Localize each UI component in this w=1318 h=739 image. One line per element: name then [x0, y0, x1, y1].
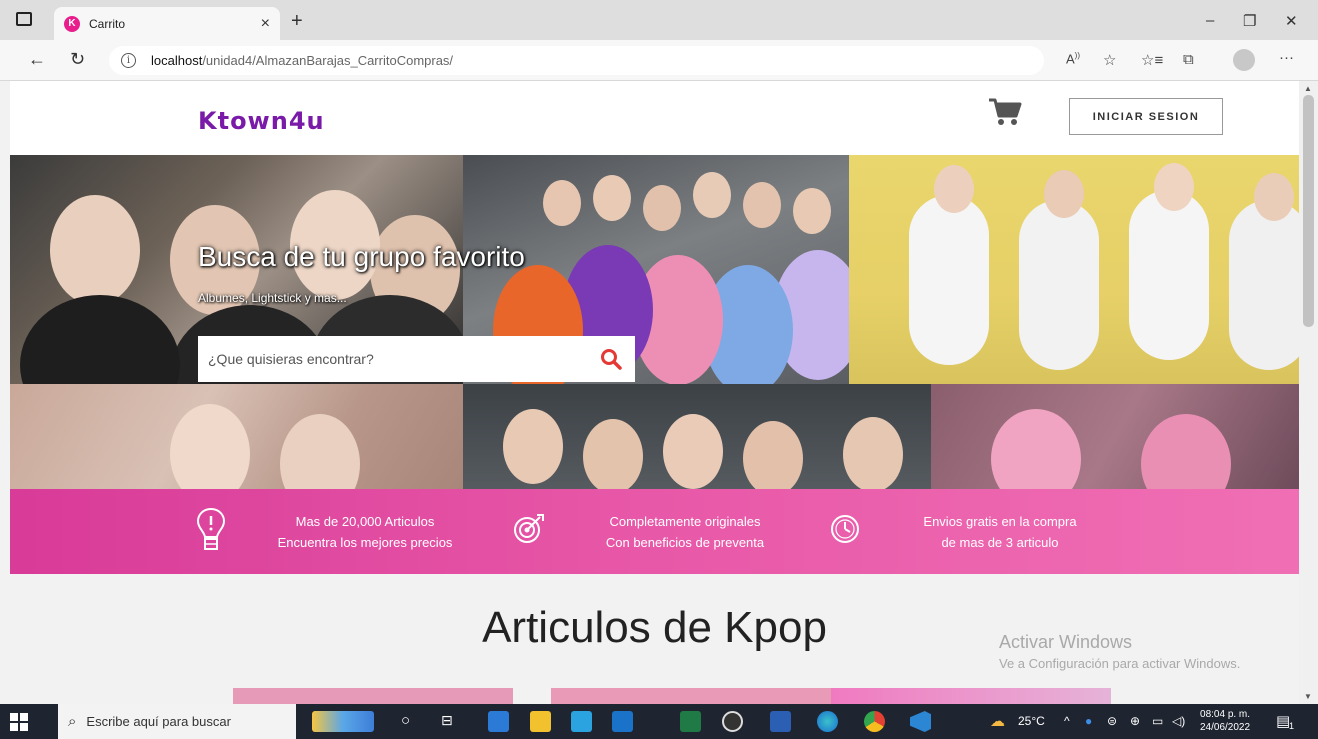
task-view-icon[interactable]: ⊟: [441, 712, 453, 729]
url-path: /unidad4/AlmazanBarajas_CarritoCompras/: [202, 53, 454, 68]
site-info-icon[interactable]: i: [121, 53, 136, 68]
product-card[interactable]: [551, 688, 831, 704]
restore-icon[interactable]: ❐: [1243, 12, 1256, 30]
tray-app-icon[interactable]: ⊜: [1107, 714, 1117, 728]
product-card[interactable]: [233, 688, 513, 704]
favorites-icon[interactable]: ☆≡: [1141, 51, 1163, 69]
search-bar: [198, 336, 635, 382]
watermark-title: Activar Windows: [999, 632, 1133, 652]
browser-tab[interactable]: K Carrito ×: [54, 7, 280, 40]
chrome-icon[interactable]: [864, 711, 885, 732]
clock-time: 08:04 p. m.: [1200, 709, 1251, 720]
target-icon: [514, 514, 544, 543]
weather-icon[interactable]: ☁: [990, 712, 1005, 730]
feature-shipping-line1: Envios gratis en la compra: [923, 514, 1077, 529]
url-field[interactable]: i localhost/unidad4/AlmazanBarajas_Carri…: [109, 46, 1044, 75]
new-tab-icon[interactable]: +: [291, 10, 303, 33]
clock-date: 24/06/2022: [1200, 722, 1251, 733]
windows-start-icon[interactable]: [10, 713, 28, 731]
site-favicon-icon: K: [64, 15, 80, 32]
battery-icon[interactable]: ▭: [1152, 714, 1163, 728]
site-header: Ktown4u INICIAR SESION: [10, 81, 1299, 155]
calculator-icon[interactable]: [571, 711, 592, 732]
feature-articles: Mas de 20,000 Articulos Encuentra los me…: [255, 511, 475, 553]
media-player-icon[interactable]: [722, 711, 743, 732]
taskbar-search-text: Escribe aquí para buscar: [86, 714, 231, 729]
mail-icon[interactable]: [612, 711, 633, 732]
scroll-up-icon[interactable]: ▲: [1304, 84, 1312, 93]
feature-originals-line2: Con beneficios de preventa: [605, 535, 765, 550]
close-window-icon[interactable]: ✕: [1285, 12, 1298, 30]
search-highlight-icon[interactable]: [312, 711, 374, 732]
excel-icon[interactable]: [680, 711, 701, 732]
login-button[interactable]: INICIAR SESION: [1069, 98, 1223, 135]
hero-photo-6: [931, 384, 1299, 489]
activate-windows-watermark: Activar Windows Ve a Configuración para …: [999, 632, 1240, 671]
watermark-subtitle: Ve a Configuración para activar Windows.: [999, 656, 1241, 671]
tray-chevron-icon[interactable]: ^: [1064, 714, 1070, 728]
profile-avatar[interactable]: [1233, 49, 1255, 71]
site-logo[interactable]: Ktown4u: [198, 107, 325, 135]
hero-banner: Busca de tu grupo favorito Albumes, Ligh…: [10, 155, 1299, 489]
lightbulb-icon: [196, 507, 226, 550]
feature-articles-line2: Encuentra los mejores precios: [277, 535, 453, 550]
file-explorer-icon[interactable]: [530, 711, 551, 732]
edge-icon[interactable]: [817, 711, 838, 732]
minimize-icon[interactable]: –: [1206, 12, 1214, 29]
tab-close-icon[interactable]: ×: [261, 15, 270, 33]
volume-icon[interactable]: ◁): [1172, 714, 1185, 728]
hero-title: Busca de tu grupo favorito: [198, 241, 525, 272]
feature-shipping: Envios gratis en la compra de mas de 3 a…: [890, 511, 1110, 553]
tab-actions-icon[interactable]: [16, 12, 32, 26]
word-icon[interactable]: [770, 711, 791, 732]
url-host: localhost: [151, 53, 203, 68]
product-card[interactable]: [831, 688, 1111, 704]
taskbar-clock[interactable]: 08:04 p. m. 24/06/2022: [1200, 708, 1250, 734]
collections-icon[interactable]: ⧉: [1183, 51, 1194, 68]
feature-articles-line1: Mas de 20,000 Articulos: [295, 514, 435, 529]
scroll-down-icon[interactable]: ▼: [1304, 692, 1312, 701]
vscode-icon[interactable]: [910, 711, 931, 732]
address-bar: ← ↻ i localhost/unidad4/AlmazanBarajas_C…: [0, 40, 1318, 81]
network-icon[interactable]: ⊕: [1130, 714, 1140, 728]
web-page: Ktown4u INICIAR SESION Busca de tu grupo…: [10, 81, 1299, 704]
browser-tab-strip: K Carrito × + – ❐ ✕: [0, 0, 1318, 40]
scroll-thumb[interactable]: [1303, 95, 1314, 327]
feature-shipping-line2: de mas de 3 articulo: [941, 535, 1059, 550]
back-icon[interactable]: ←: [28, 49, 46, 70]
hero-photo-5: [463, 384, 931, 489]
notification-count: 1: [1289, 721, 1295, 731]
read-aloud-icon[interactable]: A)): [1066, 51, 1080, 66]
search-icon: ⌕: [68, 713, 77, 730]
more-options-icon[interactable]: ···: [1279, 49, 1294, 66]
cortana-icon[interactable]: ○: [401, 712, 410, 729]
tab-title: Carrito: [89, 16, 126, 31]
bluetooth-icon[interactable]: ●: [1085, 714, 1092, 728]
search-icon: [601, 349, 622, 370]
clock-icon: [831, 515, 859, 543]
page-scrollbar[interactable]: ▲ ▼: [1299, 81, 1318, 704]
app-icon[interactable]: [488, 711, 509, 732]
refresh-icon[interactable]: ↻: [70, 49, 85, 70]
taskbar-search[interactable]: ⌕ Escribe aquí para buscar: [58, 704, 296, 739]
hero-photo-3: [849, 155, 1299, 384]
weather-temp[interactable]: 25°C: [1018, 714, 1045, 728]
feature-originals: Completamente originales Con beneficios …: [580, 511, 790, 553]
hero-photo-4: [10, 384, 463, 489]
search-input[interactable]: [208, 351, 587, 367]
windows-taskbar: ⌕ Escribe aquí para buscar ○ ⊟ ☁ 25°C ^ …: [0, 704, 1318, 739]
search-button[interactable]: [587, 336, 635, 382]
hero-subtitle: Albumes, Lightstick y mas...: [198, 291, 347, 305]
features-strip: Mas de 20,000 Articulos Encuentra los me…: [10, 489, 1299, 574]
feature-originals-line1: Completamente originales: [609, 514, 761, 529]
add-favorite-icon[interactable]: ☆: [1103, 51, 1116, 69]
cart-icon[interactable]: [988, 97, 1022, 127]
